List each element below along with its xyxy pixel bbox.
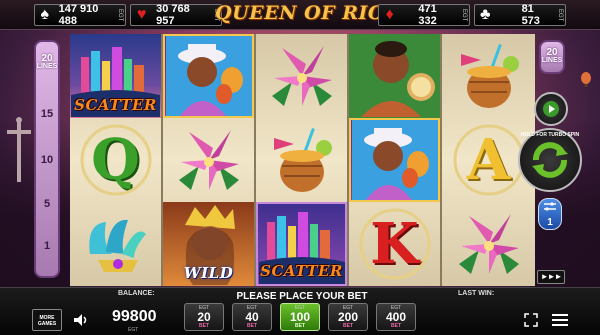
reel-3: SCATTER	[256, 34, 349, 286]
scatter-label: SCATTER	[260, 262, 343, 280]
lines-label: LINES	[36, 63, 58, 70]
jackpot-amount: 471 332	[418, 3, 437, 27]
jackpot-amount: 81 573	[521, 3, 540, 27]
pink-flower-icon	[178, 130, 239, 190]
hot-air-balloon-icon	[581, 72, 591, 87]
heart-icon: ♥	[136, 6, 147, 23]
reel-cell: WILD	[163, 202, 254, 286]
bet-value: 400	[385, 310, 407, 324]
menu-icon[interactable]	[552, 314, 568, 326]
bet-button-400[interactable]: EGT 400 BET	[376, 303, 416, 331]
lines-count: 20	[41, 53, 53, 64]
reel-cell	[70, 202, 161, 286]
drummer-man-icon	[360, 41, 435, 117]
jackpot-heart: ♥ 30 768 957 EGT	[130, 3, 222, 27]
fullscreen-icon[interactable]	[524, 313, 538, 327]
spin-arrows-icon	[532, 142, 568, 178]
balance-currency: EGT	[128, 327, 139, 333]
bet-button-20[interactable]: EGT 20 BET	[184, 303, 224, 331]
reel-cell	[163, 34, 254, 118]
wild-label: WILD	[183, 264, 234, 282]
pink-flower-icon	[271, 46, 332, 106]
reel-4: K	[349, 34, 442, 286]
fast-forward-button[interactable]: ►►►	[537, 270, 565, 284]
reel-cell	[442, 34, 535, 118]
bet-value: 200	[337, 310, 359, 324]
bet-button-200[interactable]: EGT 200 BET	[328, 303, 368, 331]
game-stage: ♠ 147 910 488 EGT ♥ 30 768 957 EGT QUEEN…	[0, 0, 600, 335]
reel-cell: SCATTER	[70, 34, 161, 118]
pink-flower-icon	[458, 214, 519, 274]
gold-ring-icon	[453, 124, 524, 196]
scatter-label: SCATTER	[74, 96, 157, 114]
gold-ring-icon	[359, 208, 430, 280]
man-with-maracas-icon	[165, 36, 252, 116]
reel-cell	[163, 118, 254, 202]
bet-unit: BET	[247, 323, 257, 329]
jackpot-currency: EGT	[557, 8, 563, 22]
cocktail-icon	[273, 127, 332, 192]
line-number: 1	[43, 240, 51, 252]
jackpot-currency: EGT	[461, 8, 467, 22]
jackpot-currency: EGT	[117, 8, 123, 22]
status-message: PLEASE PLACE YOUR BET	[236, 291, 368, 302]
man-with-maracas-icon	[351, 120, 438, 200]
lines-count: 20	[546, 47, 558, 58]
last-win-label: LAST WIN:	[458, 290, 495, 297]
bet-button-100[interactable]: EGT 100 BET	[280, 303, 320, 331]
bet-unit: BET	[295, 323, 305, 329]
sound-icon[interactable]	[72, 311, 90, 329]
bet-unit: BET	[343, 323, 353, 329]
more-games-button[interactable]: MORE GAMES	[32, 309, 62, 331]
jackpot-diamond: ♦ 471 332 EGT	[378, 3, 470, 27]
reel-cell: Q	[70, 118, 161, 202]
jackpot-club: ♣ 81 573 EGT	[474, 3, 566, 27]
bet-unit: BET	[391, 323, 401, 329]
reel-cell: SCATTER	[256, 202, 347, 286]
jackpot-spade: ♠ 147 910 488 EGT	[34, 3, 126, 27]
lines-label: LINES	[541, 57, 563, 64]
autoplay-count: 1	[547, 217, 553, 228]
bet-unit: BET	[199, 323, 209, 329]
spade-icon: ♠	[40, 6, 50, 23]
lines-indicator-left: 20 LINES 15 10 5 1	[34, 40, 60, 278]
line-number: 10	[40, 154, 54, 166]
diamond-icon: ♦	[385, 6, 394, 23]
reel-cell	[349, 118, 440, 202]
reel-cell	[256, 118, 347, 202]
reel-cell	[442, 202, 535, 286]
turbo-hint: HOLD FOR TURBO SPIN	[520, 132, 580, 138]
bet-value: 20	[197, 310, 211, 324]
christ-statue-icon	[7, 117, 31, 182]
reel-2: WILD	[163, 34, 256, 286]
line-number: 5	[43, 198, 51, 210]
game-title: QUEEN OF RIO	[215, 2, 385, 24]
bet-button-40[interactable]: EGT 40 BET	[232, 303, 272, 331]
gamble-play-button[interactable]	[534, 92, 568, 126]
gold-ring-icon	[80, 124, 151, 196]
bet-value: 100	[289, 310, 311, 324]
reel-1: SCATTER Q	[70, 34, 163, 286]
cocktail-icon	[460, 44, 519, 108]
balance-label: BALANCE:	[118, 290, 155, 297]
reel-cell	[349, 34, 440, 118]
reels-area: SCATTER Q WILD SCATTER K A	[70, 34, 536, 286]
line-number: 15	[40, 108, 54, 120]
play-icon	[543, 101, 559, 117]
lines-indicator-right: 20 LINES	[539, 40, 565, 74]
balance-value: 99800	[112, 308, 157, 325]
feather-crown-icon	[88, 219, 146, 272]
autoplay-button[interactable]: 1	[538, 198, 562, 230]
jackpot-bar: ♠ 147 910 488 EGT ♥ 30 768 957 EGT QUEEN…	[0, 0, 600, 30]
club-icon: ♣	[480, 6, 491, 23]
bet-value: 40	[245, 310, 259, 324]
reel-cell	[256, 34, 347, 118]
jackpot-amount: 147 910 488	[58, 3, 99, 27]
reel-cell: K	[349, 202, 440, 286]
jackpot-amount: 30 768 957	[156, 3, 190, 27]
settings-sliders-icon	[544, 202, 556, 211]
